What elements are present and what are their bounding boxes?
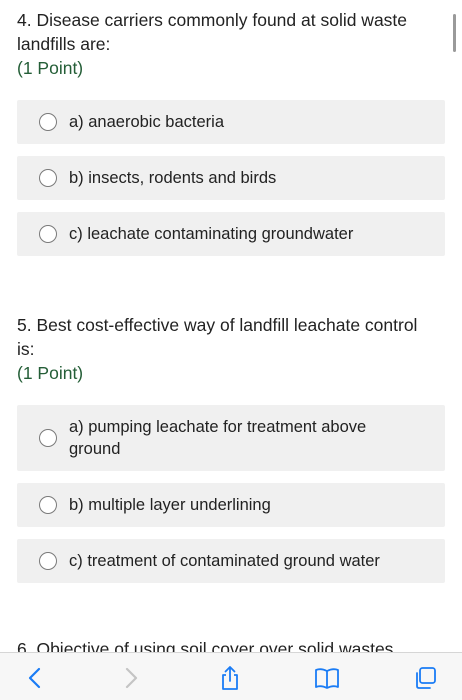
option-4b[interactable]: b) insects, rodents and birds [17, 156, 445, 200]
form-content: 4. Disease carriers commonly found at so… [0, 0, 462, 652]
option-4a[interactable]: a) anaerobic bacteria [17, 100, 445, 144]
question-text: 4. Disease carriers commonly found at so… [17, 10, 408, 54]
question-points: (1 Point) [17, 363, 84, 383]
share-icon[interactable] [217, 665, 243, 691]
radio-button[interactable] [39, 552, 57, 570]
bookmarks-icon[interactable] [314, 665, 340, 691]
question-4: 4. Disease carriers commonly found at so… [17, 8, 427, 80]
option-4c[interactable]: c) leachate contaminating groundwater [17, 212, 445, 256]
back-icon[interactable] [22, 665, 48, 691]
option-label: a) pumping leachate for treatment above … [69, 418, 367, 458]
option-5c[interactable]: c) treatment of contaminated ground wate… [17, 539, 445, 583]
option-label: b) multiple layer underlining [69, 496, 271, 514]
option-label: c) treatment of contaminated ground wate… [69, 552, 380, 570]
question-text: 5. Best cost-effective way of landfill l… [17, 315, 418, 359]
browser-toolbar [0, 652, 462, 700]
forward-icon[interactable] [118, 665, 144, 691]
question-5: 5. Best cost-effective way of landfill l… [17, 313, 427, 385]
radio-button[interactable] [39, 225, 57, 243]
question-points: (1 Point) [17, 58, 84, 78]
scrollbar[interactable] [453, 14, 456, 52]
option-5a[interactable]: a) pumping leachate for treatment above … [17, 405, 445, 471]
option-label: a) anaerobic bacteria [69, 113, 225, 131]
option-label: b) insects, rodents and birds [69, 169, 277, 187]
radio-button[interactable] [39, 113, 57, 131]
tabs-icon[interactable] [412, 665, 438, 691]
radio-button[interactable] [39, 496, 57, 514]
question-6-partial: 6. Objective of using soil cover over so… [17, 639, 394, 652]
radio-button[interactable] [39, 429, 57, 447]
option-5b[interactable]: b) multiple layer underlining [17, 483, 445, 527]
radio-button[interactable] [39, 169, 57, 187]
option-label: c) leachate contaminating groundwater [69, 225, 354, 243]
